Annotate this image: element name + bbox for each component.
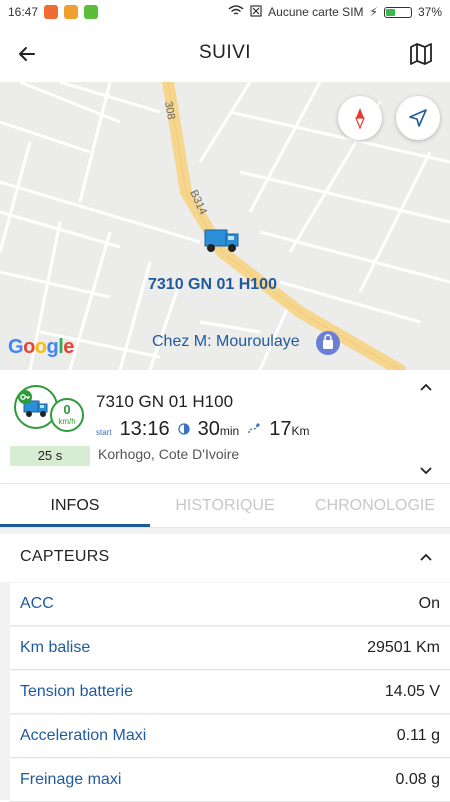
- status-time: 16:47: [8, 5, 39, 19]
- map-view-button[interactable]: [408, 41, 434, 67]
- sensor-value: 14.05 V: [384, 683, 440, 700]
- map-icon: [410, 43, 432, 65]
- sensors-title: CAPTEURS: [20, 548, 110, 565]
- sensor-value: 0.08 g: [395, 771, 440, 788]
- map-canvas: 308 B314: [0, 82, 450, 370]
- map-view[interactable]: 308 B314 7310 GN 01 H100 Chez M: Mouroul…: [0, 82, 450, 370]
- sensor-label: Freinage maxi: [20, 771, 122, 788]
- refresh-timer: 25 s: [10, 446, 90, 466]
- chevron-up-icon[interactable]: [420, 378, 432, 394]
- sensor-value: 0.11 g: [396, 727, 440, 744]
- notification-app-icon: [84, 5, 99, 19]
- tab-chronologie[interactable]: CHRONOLOGIE: [300, 486, 450, 527]
- wifi-icon: [228, 4, 244, 20]
- no-sim-icon: [250, 4, 262, 20]
- speed-unit: km/h: [58, 417, 76, 426]
- battery-percent: 37%: [417, 5, 442, 19]
- sim-status-text: Aucune carte SIM: [268, 5, 364, 19]
- battery-icon: [383, 6, 412, 18]
- speed-indicator: 0 km/h: [50, 398, 84, 432]
- sensor-row: Tension batterie 14.05 V: [10, 671, 450, 714]
- vehicle-card[interactable]: 0 km/h 25 s 7310 GN 01 H100 start 13:16 …: [0, 370, 450, 484]
- compass-button[interactable]: [338, 96, 382, 140]
- speed-value: 0: [63, 402, 71, 417]
- road-label-308: 308: [162, 100, 177, 120]
- navigation-button[interactable]: [396, 96, 440, 140]
- back-button[interactable]: [14, 40, 42, 68]
- sensor-label: Km balise: [20, 639, 91, 656]
- tab-historique[interactable]: HISTORIQUE: [150, 486, 300, 527]
- start-label: start: [96, 428, 112, 437]
- duration-value: 30: [197, 418, 220, 440]
- sensors-section: CAPTEURS ACC On Km balise 29501 Km Tensi…: [0, 528, 450, 802]
- shopping-bag-icon[interactable]: [316, 331, 340, 355]
- duration-icon: [177, 422, 190, 440]
- navigation-icon: [409, 109, 427, 127]
- google-logo: Google: [8, 336, 74, 358]
- sensor-label: Tension batterie: [20, 683, 133, 700]
- status-bar: 16:47 Aucune carte SIM ⚡ 37%: [0, 0, 450, 24]
- chevron-up-icon[interactable]: [420, 548, 432, 564]
- notification-app-icon: [64, 5, 79, 19]
- trip-stats: start 13:16 30min 17Km: [96, 418, 309, 441]
- vehicle-name: 7310 GN 01 H100: [96, 392, 234, 411]
- chevron-down-icon[interactable]: [420, 462, 432, 478]
- arrow-left-icon: [19, 47, 35, 61]
- map-poi-label: Chez M: Mouroulaye: [152, 333, 300, 350]
- distance-unit: Km: [291, 424, 310, 438]
- sensor-label: ACC: [20, 595, 54, 612]
- sensor-label: Acceleration Maxi: [20, 727, 147, 744]
- page-title: SUIVI: [198, 42, 252, 63]
- charging-icon: ⚡: [369, 5, 378, 19]
- sensor-row: ACC On: [10, 583, 450, 626]
- notification-app-icon: [44, 5, 59, 19]
- duration-unit: min: [219, 424, 240, 438]
- sensor-row: Acceleration Maxi 0.11 g: [10, 715, 450, 758]
- sensors-header[interactable]: CAPTEURS: [0, 534, 450, 582]
- ignition-key-icon: [18, 390, 32, 404]
- vehicle-location: Korhogo, Cote D'Ivoire: [98, 446, 240, 462]
- sensor-value: 29501 Km: [367, 639, 440, 656]
- distance-icon: [247, 422, 261, 440]
- compass-icon: [355, 108, 365, 129]
- tab-bar: INFOS HISTORIQUE CHRONOLOGIE: [0, 486, 450, 528]
- app-bar: SUIVI: [0, 24, 450, 82]
- tab-infos[interactable]: INFOS: [0, 486, 150, 527]
- sensor-row: Km balise 29501 Km: [10, 627, 450, 670]
- sensor-row: Freinage maxi 0.08 g: [10, 759, 450, 802]
- start-time: 13:16: [119, 418, 170, 440]
- sensor-value: On: [418, 595, 440, 612]
- distance-value: 17: [269, 418, 292, 440]
- map-vehicle-label: 7310 GN 01 H100: [148, 276, 277, 293]
